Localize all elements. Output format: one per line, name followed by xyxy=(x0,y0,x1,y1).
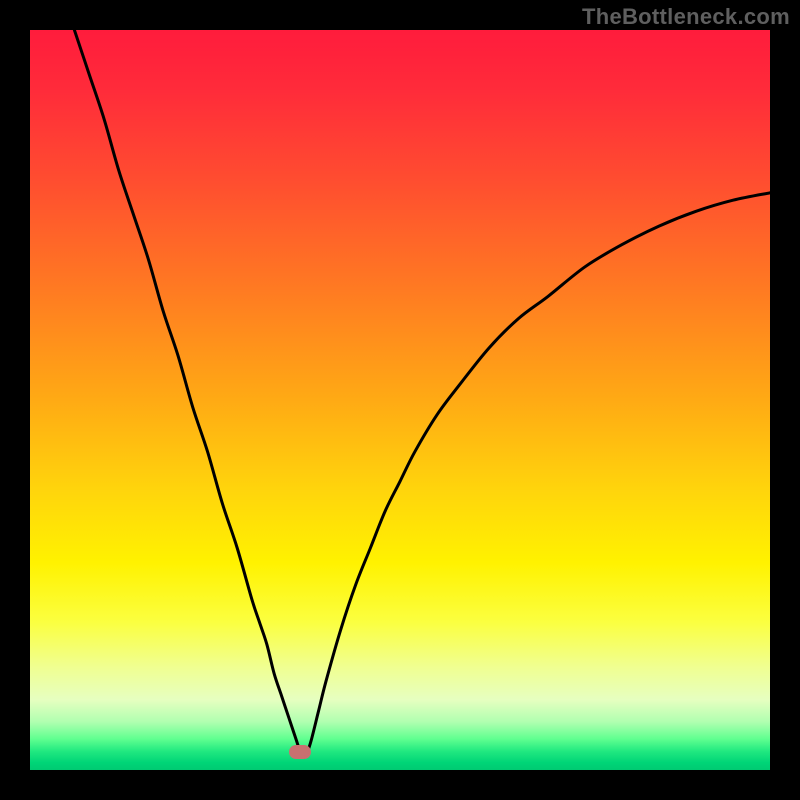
watermark-text: TheBottleneck.com xyxy=(582,4,790,30)
chart-stage: TheBottleneck.com xyxy=(0,0,800,800)
plot-svg xyxy=(30,30,770,770)
plot-area xyxy=(30,30,770,770)
gradient-background xyxy=(30,30,770,770)
minimum-marker xyxy=(289,745,311,759)
